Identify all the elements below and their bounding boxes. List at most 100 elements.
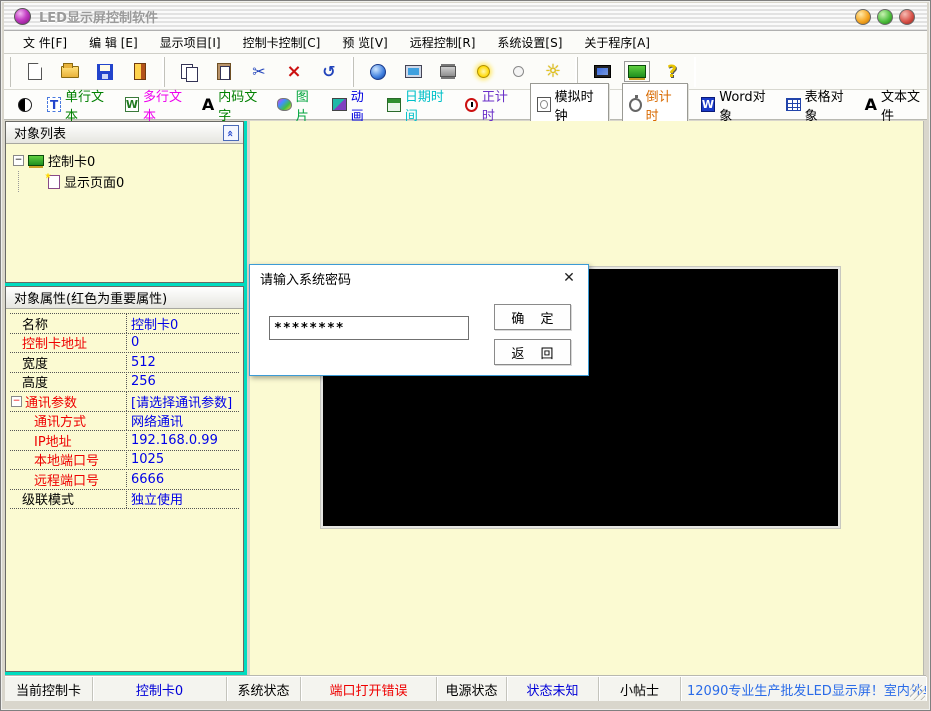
status-label-system: 系统状态 — [227, 677, 301, 701]
text-file-button[interactable]: A 文本文件 — [865, 86, 927, 124]
app-icon — [14, 8, 31, 25]
multi-line-text-button[interactable]: W 多行文本 — [125, 86, 189, 124]
menu-file[interactable]: 文 件[F] — [14, 32, 76, 53]
delete-icon[interactable]: × — [284, 62, 304, 82]
properties-panel: 对象属性(红色为重要属性) 名称 控制卡0 控制卡地址 0 宽度 512 高度 … — [5, 286, 244, 672]
undo-icon[interactable]: ↺ — [319, 62, 339, 82]
minimize-button[interactable] — [855, 9, 871, 25]
window-controls — [855, 9, 927, 25]
ok-button[interactable]: 确 定 — [494, 304, 571, 330]
letter-a-icon: A — [202, 95, 214, 114]
object-list-panel: 对象列表 « − 控制卡0 显示页面0 — [5, 121, 244, 283]
property-row[interactable]: 本地端口号 1025 — [10, 451, 239, 471]
multi-text-icon: W — [125, 97, 139, 112]
exit-icon[interactable] — [130, 62, 150, 82]
word-object-button[interactable]: W Word对象 — [701, 86, 773, 124]
file-group — [10, 57, 164, 87]
menu-card-control[interactable]: 控制卡控制[C] — [234, 32, 330, 53]
password-input[interactable] — [269, 316, 469, 340]
remote-computer-icon[interactable] — [403, 62, 423, 82]
count-up-button[interactable]: 正计时 — [465, 86, 517, 124]
word-icon: W — [701, 97, 716, 112]
tree-item-page[interactable]: 显示页面0 — [10, 171, 239, 192]
animation-button[interactable]: 动画 — [332, 86, 374, 124]
image-button[interactable]: 图片 — [277, 86, 319, 124]
controller-card-icon — [28, 155, 44, 166]
screen-preview-icon[interactable] — [592, 62, 612, 82]
table-object-button[interactable]: 表格对象 — [786, 86, 852, 124]
tree-item-controller[interactable]: − 控制卡0 — [10, 150, 239, 171]
maximize-button[interactable] — [877, 9, 893, 25]
object-list-header: 对象列表 « — [6, 122, 243, 144]
group-expander-icon[interactable]: − — [11, 396, 22, 407]
property-row-group[interactable]: − 通讯参数 [请选择通讯参数] — [10, 392, 239, 412]
menu-edit[interactable]: 编 辑 [E] — [80, 32, 147, 53]
status-label-current-card: 当前控制卡 — [5, 677, 93, 701]
menu-bar: 文 件[F] 编 辑 [E] 显示项目[I] 控制卡控制[C] 预 览[V] 远… — [4, 31, 927, 54]
network-search-icon[interactable] — [368, 62, 388, 82]
raw-text-button[interactable]: A 内码文字 — [202, 86, 264, 124]
cut-icon[interactable]: ✂ — [249, 62, 269, 82]
single-text-icon: T — [47, 97, 61, 112]
menu-display-items[interactable]: 显示项目[I] — [151, 32, 230, 53]
clock-icon — [465, 98, 478, 112]
object-list-title: 对象列表 — [14, 123, 66, 142]
dialog-close-icon[interactable]: ✕ — [558, 268, 580, 288]
brightness-icon[interactable]: ☼ — [543, 62, 563, 82]
property-row[interactable]: 级联模式 独立使用 — [10, 490, 239, 510]
property-row[interactable]: 名称 控制卡0 — [10, 314, 239, 334]
paste-icon[interactable] — [214, 62, 234, 82]
table-icon — [786, 98, 801, 111]
menu-preview[interactable]: 预 览[V] — [333, 32, 396, 53]
property-row[interactable]: 控制卡地址 0 — [10, 334, 239, 354]
bulb-off-icon[interactable] — [508, 62, 528, 82]
property-row[interactable]: 远程端口号 6666 — [10, 470, 239, 490]
tree-connector — [18, 171, 44, 192]
status-label-power: 电源状态 — [437, 677, 507, 701]
datetime-button[interactable]: 日期时间 — [387, 86, 452, 124]
tree-expander-icon[interactable]: − — [13, 155, 24, 166]
collapse-panel-button[interactable]: « — [223, 125, 239, 141]
calendar-icon — [387, 98, 401, 112]
property-row[interactable]: IP地址 192.168.0.99 — [10, 431, 239, 451]
status-system-error: 端口打开错误 — [301, 677, 437, 701]
display-page-icon — [48, 175, 60, 189]
property-row[interactable]: 通讯方式 网络通讯 — [10, 412, 239, 432]
menu-system-settings[interactable]: 系统设置[S] — [488, 32, 571, 53]
image-icon — [277, 98, 292, 111]
animation-icon — [332, 98, 347, 111]
chip-icon[interactable] — [438, 62, 458, 82]
open-icon[interactable] — [60, 62, 80, 82]
property-grid: 名称 控制卡0 控制卡地址 0 宽度 512 高度 256 − — [10, 313, 239, 667]
help-icon[interactable]: ? — [662, 62, 682, 82]
status-current-card: 控制卡0 — [93, 677, 227, 701]
left-sidebar: 对象列表 « − 控制卡0 显示页面0 对象属性(红 — [5, 121, 247, 675]
status-label-tips: 小帖士 — [599, 677, 681, 701]
save-icon[interactable] — [95, 62, 115, 82]
dialog-title: 请输入系统密码 — [260, 269, 351, 288]
countdown-button[interactable]: 倒计时 — [622, 83, 688, 127]
copy-icon[interactable] — [179, 62, 199, 82]
menu-about[interactable]: 关于程序[A] — [575, 32, 659, 53]
property-row[interactable]: 宽度 512 — [10, 353, 239, 373]
analog-clock-button[interactable]: 模拟时钟 — [530, 83, 609, 127]
stopwatch-icon — [629, 98, 642, 112]
object-toolbar: T 单行文本 W 多行文本 A 内码文字 图片 动画 日期时间 正计时 — [4, 90, 927, 120]
letter-a-icon: A — [865, 95, 877, 114]
back-button[interactable]: 返 回 — [494, 339, 571, 365]
workspace — [250, 121, 924, 675]
controller-card-icon[interactable] — [627, 62, 647, 82]
dialog-title-bar: 请输入系统密码 ✕ — [250, 265, 588, 291]
menu-remote-control[interactable]: 远程控制[R] — [401, 32, 485, 53]
app-window: LED显示屏控制软件 文 件[F] 编 辑 [E] 显示项目[I] 控制卡控制[… — [0, 0, 931, 711]
resize-grip[interactable] — [910, 685, 925, 700]
single-line-text-button[interactable]: T 单行文本 — [47, 86, 112, 124]
yinyang-icon[interactable] — [16, 95, 34, 115]
property-row[interactable]: 高度 256 — [10, 373, 239, 393]
new-icon[interactable] — [25, 62, 45, 82]
status-power-unknown: 状态未知 — [507, 677, 599, 701]
close-button[interactable] — [899, 9, 915, 25]
status-ticker: 12090专业生产批发LED显示屏！室内外单双 — [681, 677, 926, 701]
edit-group: ✂ × ↺ — [164, 57, 353, 87]
bulb-on-icon[interactable] — [473, 62, 493, 82]
